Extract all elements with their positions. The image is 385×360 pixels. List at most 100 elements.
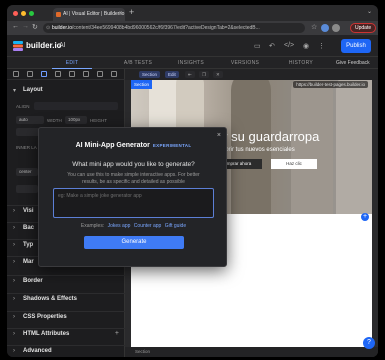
options-icon[interactable] [83, 71, 89, 77]
generate-button[interactable]: Generate [84, 236, 184, 249]
builder-logo-icon [13, 41, 23, 51]
ai-mini-app-modal: × AI Mini-App Generator EXPERIMENTAL What… [38, 127, 227, 267]
tab-ab-tests[interactable]: A/B TESTS [115, 57, 161, 69]
inner-field[interactable] [16, 185, 38, 193]
code-panel-icon[interactable] [97, 71, 103, 77]
delete-chip-icon[interactable]: ✕ [213, 71, 223, 78]
section-title: HTML Attributes [23, 331, 70, 337]
chevron-right-icon: › [13, 259, 15, 265]
tab-history[interactable]: HISTORY [281, 57, 321, 69]
animation-icon[interactable] [69, 71, 75, 77]
section-title: Visi [23, 208, 34, 214]
more-options-icon[interactable]: ⋮ [318, 42, 325, 50]
section-title: Bac [23, 225, 35, 231]
tab-insights[interactable]: INSIGHTS [171, 57, 211, 69]
duplicate-chip-icon[interactable]: ❐ [199, 71, 210, 78]
modal-title: AI Mini-App Generator EXPERIMENTAL [39, 142, 228, 149]
data-icon[interactable] [55, 71, 61, 77]
browser-tab[interactable]: AI | Visual Editor | Builder.io × [53, 8, 125, 21]
example-counter-app-link[interactable]: Counter app [134, 223, 162, 229]
browser-toolbar: ← → ↻ ⊙ builder.io/content/34ee5699408b4… [7, 21, 378, 35]
example-jokes-app-link[interactable]: Jokes app [108, 223, 131, 229]
profile-avatar-icon[interactable] [332, 24, 340, 32]
ai-icon[interactable] [111, 71, 117, 77]
view-icon[interactable]: ◉ [303, 42, 309, 50]
chevron-right-icon: › [13, 278, 15, 284]
reload-icon[interactable]: ↻ [32, 23, 38, 31]
chevron-right-icon: › [13, 225, 15, 231]
css-properties-section[interactable]: › CSS Properties [7, 311, 125, 323]
extension-icon[interactable] [321, 24, 329, 32]
forward-icon[interactable]: → [22, 23, 29, 30]
canvas-toolbar: Section Edit ⇤ ❐ ✕ [125, 69, 378, 80]
undo-icon[interactable]: ↶ [269, 42, 275, 50]
hero-image-garment [291, 80, 333, 214]
style-icon[interactable] [41, 71, 47, 77]
close-window-icon[interactable] [13, 11, 18, 16]
tab-versions[interactable]: VERSIONS [225, 57, 265, 69]
app-prompt-input[interactable] [53, 188, 214, 218]
layout-section-title: Layout [23, 87, 43, 93]
address-bar[interactable]: ⊙ builder.io/content/34ee5699408b4bd9600… [43, 23, 305, 33]
editor-tabs: EDIT A/B TESTS INSIGHTS VERSIONS HISTORY… [7, 57, 378, 69]
shadows-effects-section[interactable]: › Shadows & Effects [7, 293, 125, 305]
app-header: builder.io AI ▭ ↶ </> ◉ ⋮ Publish [7, 35, 378, 57]
selected-block-label[interactable]: Section [131, 80, 153, 89]
minimize-window-icon[interactable] [21, 11, 26, 16]
browser-tab-title: AI | Visual Editor | Builder.io [63, 11, 125, 17]
back-icon[interactable]: ← [12, 23, 19, 30]
hero-title[interactable]: ar su guardarropa [216, 129, 319, 144]
add-attribute-icon[interactable]: + [115, 330, 119, 337]
add-block-icon[interactable]: + [361, 213, 369, 221]
center-field[interactable]: center [16, 168, 38, 176]
chevron-right-icon: › [13, 314, 15, 320]
section-title: Advanced [23, 348, 52, 354]
update-browser-button[interactable]: Update [350, 23, 377, 33]
experimental-badge: EXPERIMENTAL [152, 143, 192, 148]
modal-title-text: AI Mini-App Generator [75, 142, 150, 149]
width-field[interactable]: 100px [65, 116, 87, 124]
code-icon[interactable]: </> [284, 42, 294, 49]
section-chip[interactable]: Section [139, 71, 161, 78]
advanced-section[interactable]: › Advanced [7, 345, 125, 357]
chevron-right-icon: › [13, 208, 15, 214]
publish-button[interactable]: Publish [341, 39, 371, 53]
maximize-window-icon[interactable] [29, 11, 34, 16]
tab-list-chevron-icon[interactable]: ⌄ [367, 8, 372, 15]
section-title: Typ [23, 242, 34, 248]
preview-device-icon[interactable]: ▭ [254, 42, 261, 50]
auto-field[interactable]: auto [16, 116, 44, 124]
browser-tab-strip: AI | Visual Editor | Builder.io × + ⌄ [7, 5, 378, 21]
html-attributes-section[interactable]: › HTML Attributes + [7, 328, 125, 340]
help-button[interactable]: ? [363, 337, 375, 349]
project-name[interactable]: AI [59, 42, 66, 49]
align-label: ALIGN [16, 104, 30, 109]
give-feedback-link[interactable]: Give Feedback [336, 57, 370, 69]
hero-secondary-button[interactable]: Haz clic [271, 159, 317, 169]
layout-section[interactable]: ▾ Layout [7, 85, 125, 97]
height-label: HEIGHT [90, 118, 108, 123]
close-tab-icon[interactable]: × [118, 8, 122, 21]
example-gift-guide-link[interactable]: Gift guide [165, 223, 186, 229]
chevron-down-icon: ▾ [13, 88, 17, 94]
layers-icon[interactable] [13, 71, 19, 77]
bookmark-star-icon[interactable]: ☆ [311, 23, 317, 31]
browser-window: AI | Visual Editor | Builder.io × + ⌄ ← … [7, 5, 378, 357]
align-chip-icon[interactable]: ⇤ [185, 71, 195, 78]
chevron-right-icon: › [13, 296, 15, 302]
chevron-right-icon: › [13, 242, 15, 248]
border-section[interactable]: › Border [7, 275, 125, 287]
site-info-icon[interactable]: ⊙ [46, 23, 50, 33]
edit-chip[interactable]: Edit [165, 71, 179, 78]
tab-edit[interactable]: EDIT [52, 57, 92, 69]
examples-label: Examples: [80, 223, 105, 229]
preview-url-chip[interactable]: https://builder-test-pages.builder.io [293, 81, 368, 88]
url-path: /content/34ee5699408b4bd96000562c/f6f396… [72, 25, 260, 31]
align-controls[interactable] [34, 102, 118, 110]
insert-icon[interactable] [27, 71, 33, 77]
examples-row: Examples: Jokes app Counter app Gift gui… [39, 223, 228, 229]
new-tab-icon[interactable]: + [129, 7, 134, 17]
section-title: Mar [23, 259, 34, 265]
close-icon[interactable]: × [217, 132, 221, 139]
breadcrumb[interactable]: Section [135, 349, 150, 354]
